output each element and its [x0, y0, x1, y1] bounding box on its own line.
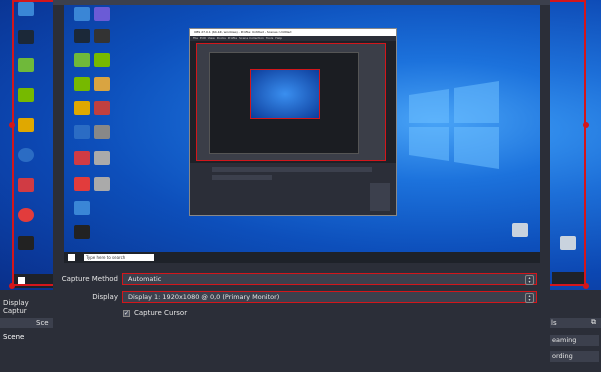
properties-dialog: OBS 27.0.1 (64-bit, windows) - Profile: … — [53, 0, 550, 372]
start-streaming-button[interactable]: eaming — [550, 335, 599, 346]
preview-discord-icon — [94, 7, 110, 21]
menu-edit: Edit — [199, 36, 206, 40]
resize-handle-bottom-left[interactable] — [9, 283, 15, 289]
scenes-header-label: Sce — [36, 319, 49, 327]
preview-app3-icon — [94, 125, 110, 139]
display-select[interactable]: Display 1: 1920x1080 @ 0,0 (Primary Moni… — [122, 291, 537, 303]
capture-method-label: Capture Method — [61, 275, 118, 283]
display-value: Display 1: 1920x1080 @ 0,0 (Primary Moni… — [128, 293, 280, 301]
preview-recycle-bin-icon — [512, 223, 528, 237]
preview-nvidia-icon — [94, 53, 110, 67]
menu-scene-collection: Scene Collection — [239, 36, 264, 40]
capture-cursor-checkbox[interactable]: ✓ — [123, 310, 130, 317]
capture-method-select[interactable]: Automatic ▴ ▾ — [122, 273, 537, 285]
preview-pokemon-icon — [74, 177, 90, 191]
menu-view: View — [207, 36, 215, 40]
inner-blue-preview — [250, 69, 320, 119]
menu-help: Help — [275, 36, 283, 40]
preview-geforce-icon — [74, 77, 90, 91]
obs-right-panel: ls ⧉ eaming ording — [550, 290, 601, 372]
resize-handle-left[interactable] — [9, 122, 15, 128]
nested-obs-title: OBS 27.0.1 (64-bit, windows) - Profile: … — [190, 29, 396, 36]
preview-app5-icon — [74, 201, 90, 215]
source-properties-label: Display Captur — [3, 299, 29, 315]
nested-preview — [196, 43, 386, 161]
display-label: Display — [92, 293, 118, 301]
preview-app-icon — [94, 29, 110, 43]
select-arrows-icon: ▴ ▾ — [525, 275, 534, 285]
preview-epic-icon — [74, 225, 90, 239]
inner-screen — [209, 52, 359, 154]
preview-file-icon — [94, 177, 110, 191]
nested-obs-window: OBS 27.0.1 (64-bit, windows) - Profile: … — [189, 28, 397, 216]
menu-file: File — [193, 36, 199, 40]
preview-folder-icon — [94, 77, 110, 91]
nested-properties-bar — [212, 167, 372, 172]
menu-docks: Docks — [216, 36, 226, 40]
preview-steam-icon — [74, 29, 90, 43]
dock-popout-icon[interactable]: ⧉ — [591, 318, 596, 327]
scene-list-item[interactable]: Scene — [3, 333, 24, 341]
preview-start-icon — [68, 254, 75, 261]
windows-logo-icon — [409, 81, 499, 169]
select-arrows-icon: ▴ ▾ — [525, 293, 534, 303]
preview-chrome-icon — [74, 101, 90, 115]
resize-handle-right[interactable] — [583, 122, 589, 128]
nested-controls — [370, 183, 390, 211]
capture-method-value: Automatic — [128, 275, 162, 283]
resize-handle-bottom-right[interactable] — [583, 283, 589, 289]
nested-field — [212, 175, 272, 180]
taskbar-search: Type here to search — [84, 254, 154, 261]
controls-dock-header: ls ⧉ — [550, 318, 601, 328]
start-recording-button[interactable]: ording — [550, 351, 599, 362]
preview-app2-icon — [94, 101, 110, 115]
scenes-dock-header: Sce — [0, 318, 53, 328]
menu-profile: Profile — [227, 36, 238, 40]
preview-valorant-icon — [74, 151, 90, 165]
obs-left-panel: Display Captur Sce Scene — [0, 290, 53, 372]
preview-bluestacks-icon — [74, 53, 90, 67]
capture-cursor-label: Capture Cursor — [134, 309, 188, 317]
nested-obs-menu: File Edit View Docks Profile Scene Colle… — [190, 36, 396, 41]
controls-header-label: ls — [551, 319, 557, 327]
capture-preview: OBS 27.0.1 (64-bit, windows) - Profile: … — [64, 5, 540, 263]
menu-tools: Tools — [265, 36, 274, 40]
preview-computer-icon — [74, 7, 90, 21]
nested-obs-docks — [190, 163, 396, 215]
preview-clock-icon — [74, 125, 90, 139]
preview-app4-icon — [94, 151, 110, 165]
